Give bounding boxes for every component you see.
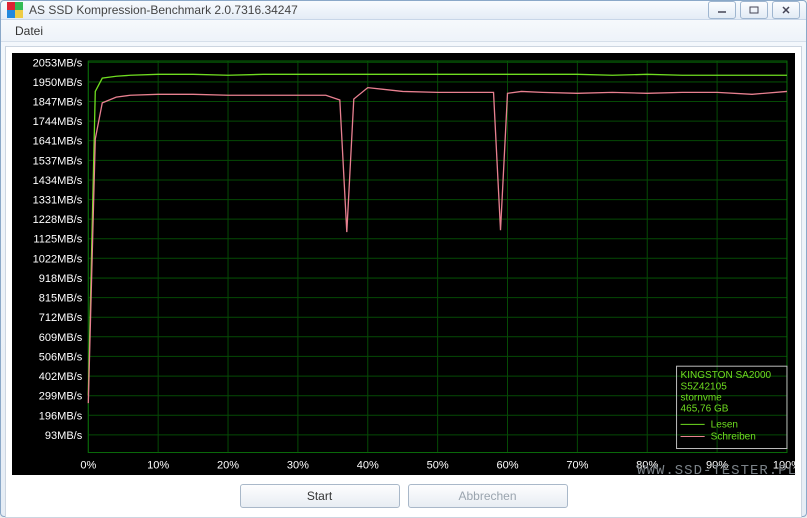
close-button[interactable] [772,1,800,19]
svg-text:465,76 GB: 465,76 GB [681,403,729,414]
svg-text:402MB/s: 402MB/s [39,371,83,383]
svg-text:60%: 60% [496,460,518,472]
maximize-button[interactable] [740,1,768,19]
svg-text:1641MB/s: 1641MB/s [33,136,83,148]
svg-text:2053MB/s: 2053MB/s [33,57,83,69]
menu-file[interactable]: Datei [9,22,49,40]
menubar: Datei [1,20,806,42]
button-row: Start Abbrechen [12,475,795,511]
svg-text:609MB/s: 609MB/s [39,332,83,344]
window-title: AS SSD Kompression-Benchmark 2.0.7316.34… [29,3,708,17]
svg-text:0%: 0% [80,460,96,472]
svg-text:10%: 10% [147,460,169,472]
svg-text:50%: 50% [427,460,449,472]
start-button[interactable]: Start [240,484,400,508]
svg-text:918MB/s: 918MB/s [39,273,83,285]
compression-chart: 2053MB/s 1950MB/s 1847MB/s 1744MB/s 1641MB/s… [12,53,795,475]
svg-text:299MB/s: 299MB/s [39,391,83,403]
svg-text:30%: 30% [287,460,309,472]
svg-text:1228MB/s: 1228MB/s [33,214,83,226]
app-icon [7,2,23,18]
svg-text:506MB/s: 506MB/s [39,351,83,363]
svg-text:93MB/s: 93MB/s [45,430,83,442]
svg-text:20%: 20% [217,460,239,472]
svg-text:S5Z42105: S5Z42105 [681,381,728,392]
content-area: 2053MB/s 1950MB/s 1847MB/s 1744MB/s 1641MB/s… [5,46,802,518]
svg-text:70%: 70% [566,460,588,472]
titlebar: AS SSD Kompression-Benchmark 2.0.7316.34… [1,1,806,20]
svg-text:815MB/s: 815MB/s [39,293,83,305]
svg-text:1331MB/s: 1331MB/s [33,195,83,207]
svg-text:1950MB/s: 1950MB/s [33,77,83,89]
svg-text:stornvme: stornvme [681,392,723,403]
watermark: www.ssd-tester.pl [637,463,797,479]
svg-text:1847MB/s: 1847MB/s [33,97,83,109]
window-controls [708,1,800,19]
cancel-button: Abbrechen [408,484,568,508]
svg-text:712MB/s: 712MB/s [39,312,83,324]
svg-text:1022MB/s: 1022MB/s [33,253,83,265]
svg-text:1744MB/s: 1744MB/s [33,116,83,128]
svg-text:196MB/s: 196MB/s [39,410,83,422]
svg-text:1434MB/s: 1434MB/s [33,175,83,187]
svg-text:1125MB/s: 1125MB/s [33,234,82,246]
app-window: AS SSD Kompression-Benchmark 2.0.7316.34… [0,0,807,517]
svg-text:40%: 40% [357,460,379,472]
svg-text:Schreiben: Schreiben [711,431,756,442]
svg-text:Lesen: Lesen [711,419,738,430]
svg-text:1537MB/s: 1537MB/s [33,155,83,167]
svg-text:KINGSTON SA2000: KINGSTON SA2000 [681,370,772,381]
minimize-button[interactable] [708,1,736,19]
